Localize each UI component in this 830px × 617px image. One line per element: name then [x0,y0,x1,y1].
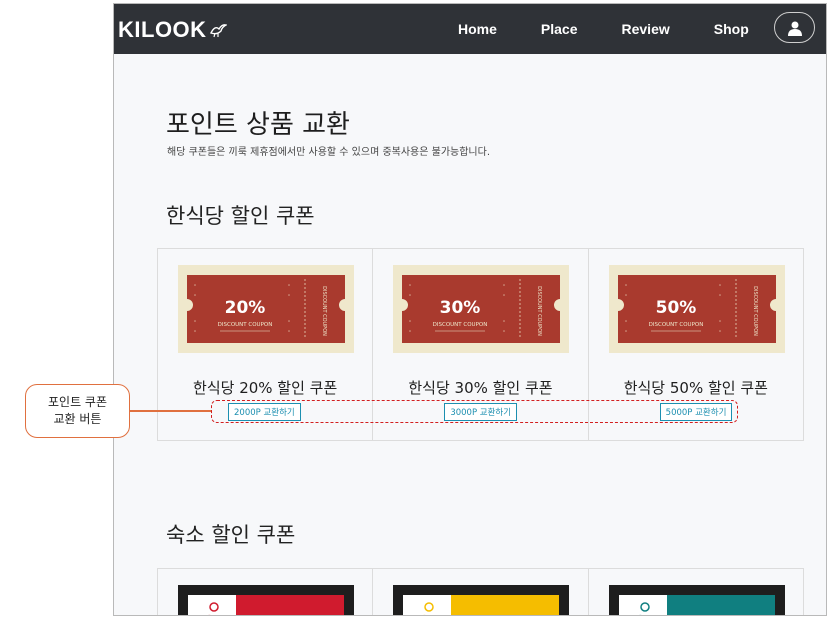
coupon-image: 20% DISCOUNT COUPON DISCOUNT COUPON [178,265,354,353]
coupon-cards-lodging [157,568,804,615]
logo[interactable]: KILOOK [118,17,227,43]
annotation-callout: 포인트 쿠폰 교환 버튼 [25,384,130,438]
nav-links: Home Place Review Shop [458,21,793,37]
coupon-card [373,569,589,615]
user-icon [787,21,802,36]
annotation-line-2: 교환 버튼 [53,412,102,426]
browser-frame: KILOOK Home Place Review Shop 포인트 상품 교환 … [113,3,827,616]
coupon-ticket-icon: 50% DISCOUNT COUPON DISCOUNT COUPON [617,275,776,343]
annotation-highlight [211,400,738,423]
page-subtitle: 해당 쿠폰들은 끼룩 제휴점에서만 사용할 수 있으며 중복사용은 불가능합니다… [167,147,491,158]
coupon-card [589,569,803,615]
svg-text:DISCOUNT COUPON: DISCOUNT COUPON [752,286,758,336]
user-button[interactable] [774,12,815,43]
coupon-image: 50% DISCOUNT COUPON DISCOUNT COUPON [608,265,785,353]
section-title-lodging: 숙소 할인 쿠폰 [166,523,296,547]
card-name: 한식당 20% 할인 쿠폰 [193,379,338,397]
coupon-ticket-icon [403,595,560,615]
navbar: KILOOK Home Place Review Shop [114,4,826,54]
nav-shop[interactable]: Shop [714,21,749,37]
logo-text: KILOOK [118,17,207,42]
annotation-line-1: 포인트 쿠폰 [47,395,107,409]
nav-place[interactable]: Place [541,21,578,37]
coupon-card [158,569,374,615]
svg-text:DISCOUNT COUPON: DISCOUNT COUPON [648,322,703,328]
page-title: 포인트 상품 교환 [166,110,350,140]
coupon-image [178,585,354,615]
svg-text:20%: 20% [225,298,266,318]
bird-icon [209,24,227,38]
coupon-image: 30% DISCOUNT COUPON DISCOUNT COUPON [393,265,570,353]
svg-text:DISCOUNT COUPON: DISCOUNT COUPON [218,322,273,328]
coupon-image [393,585,570,615]
coupon-ticket-icon: 20% DISCOUNT COUPON DISCOUNT COUPON [187,275,345,343]
svg-text:DISCOUNT COUPON: DISCOUNT COUPON [321,286,327,336]
section-title-korean-restaurant: 한식당 할인 쿠폰 [166,204,315,228]
coupon-ticket-icon: 30% DISCOUNT COUPON DISCOUNT COUPON [402,275,561,343]
card-name: 한식당 30% 할인 쿠폰 [408,379,553,397]
coupon-ticket-icon [188,595,344,615]
svg-text:DISCOUNT COUPON: DISCOUNT COUPON [536,286,542,336]
coupon-ticket-icon [618,595,775,615]
svg-text:30%: 30% [440,298,481,318]
svg-text:DISCOUNT COUPON: DISCOUNT COUPON [433,322,488,328]
nav-review[interactable]: Review [622,21,670,37]
svg-text:50%: 50% [655,298,696,318]
annotation-connector [130,410,212,412]
nav-home[interactable]: Home [458,21,497,37]
card-name: 한식당 50% 할인 쿠폰 [623,379,768,397]
coupon-image [608,585,785,615]
